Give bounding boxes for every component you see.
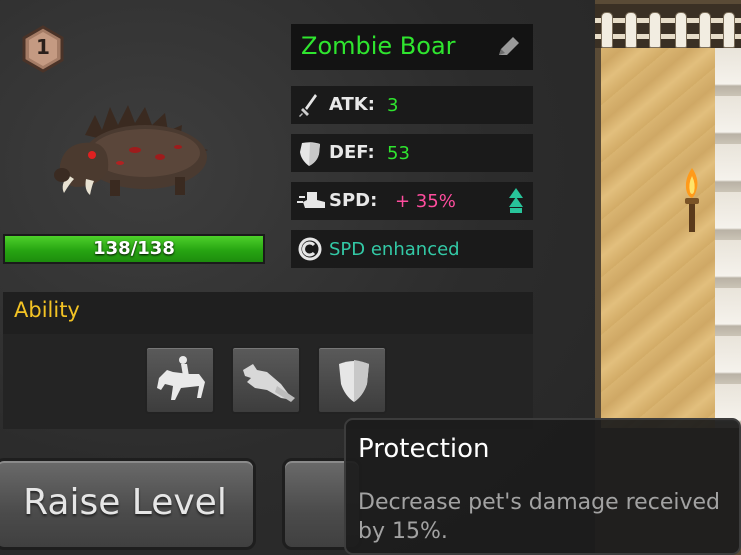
stat-row-atk: ATK: 3: [291, 86, 533, 124]
effect-text: SPD enhanced: [329, 239, 460, 260]
stat-row-spd: SPD: + 35%: [291, 182, 533, 220]
atk-value: 3: [387, 95, 399, 116]
pencil-icon[interactable]: [495, 35, 521, 63]
level-badge: 1: [21, 25, 65, 73]
torch-icon: [681, 166, 703, 240]
stat-row-effect: SPD enhanced: [291, 230, 533, 268]
raise-level-button[interactable]: Raise Level: [0, 458, 256, 550]
ability-slot-3[interactable]: [317, 346, 387, 414]
ability-slot-2[interactable]: [231, 346, 301, 414]
ability-slot-1[interactable]: [145, 346, 215, 414]
def-value: 53: [387, 143, 410, 164]
shield-icon: [339, 360, 369, 402]
spd-label: SPD:: [329, 190, 378, 211]
sword-icon: [297, 92, 323, 122]
horse-rider-icon: [157, 356, 205, 400]
atk-label: ATK:: [329, 94, 375, 115]
shield-icon: [297, 140, 323, 172]
charging-wolf-icon: [243, 364, 295, 402]
def-label: DEF:: [329, 142, 375, 163]
raise-level-label: Raise Level: [23, 482, 227, 523]
level-number: 1: [36, 35, 50, 59]
pet-portrait: [40, 95, 230, 210]
tooltip-title: Protection: [358, 434, 490, 464]
hp-text: 138/138: [93, 238, 175, 259]
boot-icon: [297, 188, 327, 216]
stone-wall: [715, 48, 741, 428]
hp-bar: 138/138: [3, 234, 265, 264]
pet-name: Zombie Boar: [301, 32, 456, 60]
tooltip-description: Decrease pet's damage received by 15%.: [358, 490, 720, 544]
fence: [595, 4, 741, 48]
stat-row-def: DEF: 53: [291, 134, 533, 172]
speed-effect-icon: [297, 236, 323, 266]
double-up-arrow-icon: [507, 186, 525, 220]
ability-title: Ability: [14, 298, 80, 322]
spd-value: + 35%: [395, 191, 456, 212]
ability-header: Ability: [3, 292, 533, 334]
pet-name-box: Zombie Boar: [291, 24, 533, 70]
ability-tooltip: Protection Decrease pet's damage receive…: [344, 418, 741, 555]
